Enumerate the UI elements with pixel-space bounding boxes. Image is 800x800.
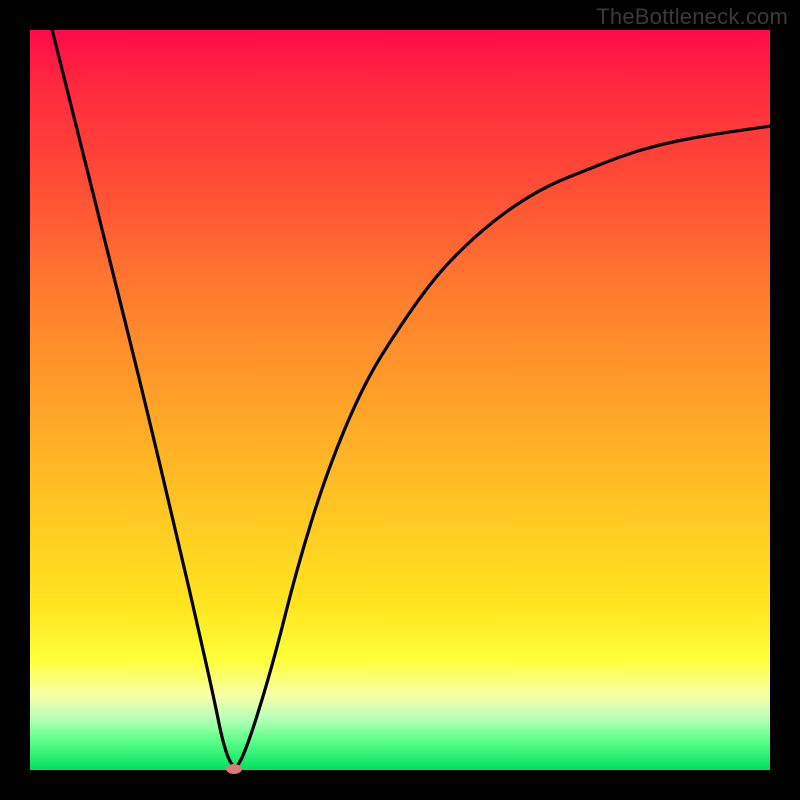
minimum-marker	[226, 764, 242, 774]
bottleneck-curve	[30, 30, 770, 770]
plot-area	[30, 30, 770, 770]
watermark-text: TheBottleneck.com	[596, 4, 788, 30]
chart-frame: TheBottleneck.com	[0, 0, 800, 800]
